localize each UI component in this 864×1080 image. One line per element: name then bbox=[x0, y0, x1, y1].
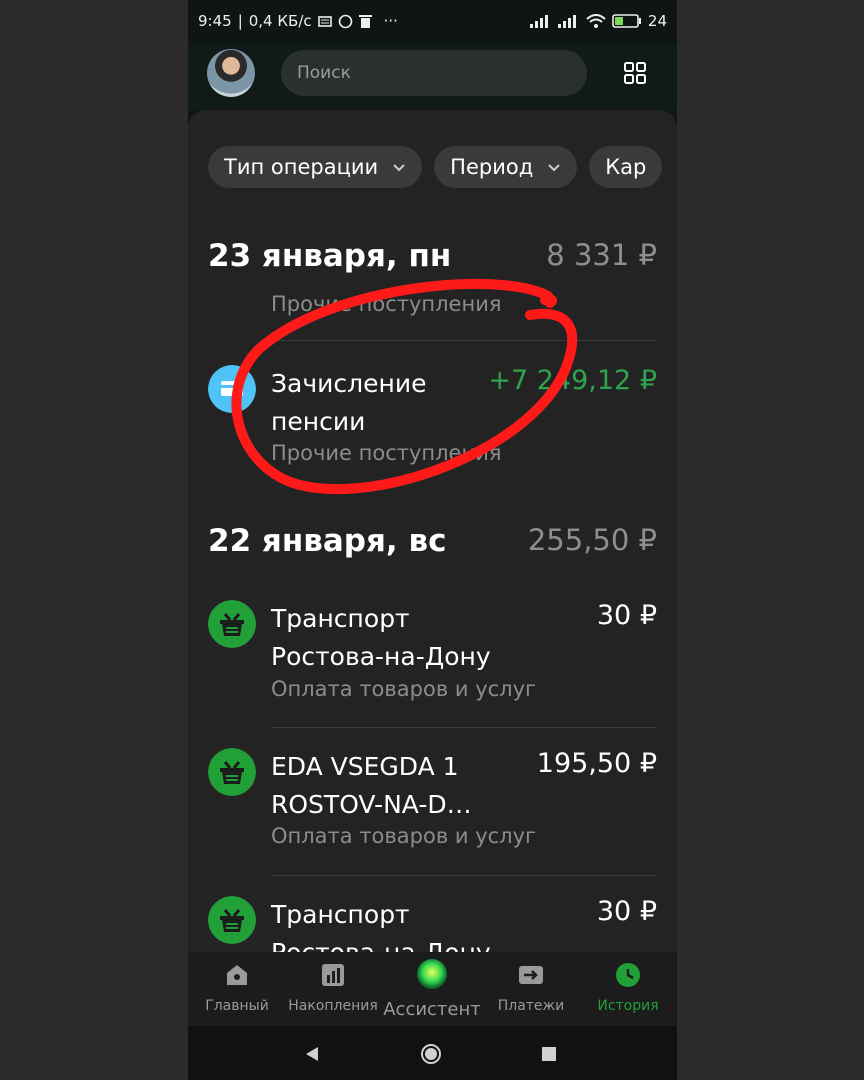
day-sum: 255,50 ₽ bbox=[527, 523, 657, 557]
system-nav-bar bbox=[188, 1026, 677, 1080]
transaction-amount: 30 ₽ bbox=[596, 896, 657, 927]
avatar[interactable] bbox=[207, 49, 255, 97]
transaction-category: Прочие поступления bbox=[271, 292, 502, 316]
bottom-nav: Главный Накопления Ассистент Платежи Ист… bbox=[188, 952, 677, 1026]
basket-icon bbox=[208, 896, 256, 944]
signal-icon bbox=[529, 15, 548, 28]
nav-label: Ассистент bbox=[383, 999, 481, 1020]
day-sum: 8 331 ₽ bbox=[546, 238, 657, 272]
filter-period[interactable]: Период bbox=[434, 146, 578, 188]
filter-operation-type[interactable]: Тип операции bbox=[208, 146, 423, 188]
transaction-name: Транспорт Ростова-на-Дону bbox=[271, 900, 491, 952]
clock-icon bbox=[616, 963, 640, 987]
recents-icon[interactable] bbox=[542, 1047, 556, 1061]
filter-label: Период bbox=[450, 155, 534, 179]
day-title: 22 января, вс bbox=[208, 523, 447, 559]
transaction-row[interactable]: Зачисление пенсии +7 249,12 ₽ Прочие пос… bbox=[208, 365, 657, 475]
nav-history[interactable]: История bbox=[579, 962, 677, 1014]
nav-label: История bbox=[597, 998, 659, 1014]
nav-label: Накопления bbox=[288, 998, 378, 1014]
filter-card[interactable]: Кар bbox=[589, 146, 663, 188]
filter-chips: Тип операции Период Кар bbox=[208, 146, 663, 188]
transaction-name: Зачисление пенсии bbox=[271, 369, 427, 436]
transaction-row[interactable]: EDA VSEGDA 1 ROSTOV-NA-D… 195,50 ₽ Оплат… bbox=[208, 748, 657, 858]
trash-icon bbox=[358, 14, 372, 28]
transaction-category: Прочие поступления bbox=[271, 441, 502, 465]
nav-label: Платежи bbox=[497, 998, 565, 1014]
transaction-amount: 195,50 ₽ bbox=[536, 748, 657, 779]
transaction-amount: +7 249,12 ₽ bbox=[488, 365, 657, 396]
transfer-icon bbox=[519, 966, 543, 984]
filter-label: Тип операции bbox=[224, 155, 379, 179]
transaction-name: EDA VSEGDA 1 ROSTOV-NA-D… bbox=[271, 752, 472, 819]
divider bbox=[271, 875, 657, 876]
chevron-down-icon bbox=[393, 164, 405, 172]
home-icon bbox=[227, 965, 247, 985]
chevron-down-icon bbox=[548, 164, 560, 172]
transaction-amount: 30 ₽ bbox=[596, 600, 657, 631]
basket-icon bbox=[208, 748, 256, 796]
home-button-icon[interactable] bbox=[420, 1043, 442, 1065]
message-icon bbox=[317, 15, 332, 27]
transaction-category: Оплата товаров и услуг bbox=[271, 677, 537, 701]
nav-home[interactable]: Главный bbox=[188, 962, 286, 1014]
battery-level: 24 bbox=[647, 12, 667, 30]
day-title: 23 января, пн bbox=[208, 238, 452, 274]
phone-screen: 9:45 | 0,4 КБ/с ··· 24 Поиск Тип операци… bbox=[188, 0, 677, 1080]
nav-payments[interactable]: Платежи bbox=[482, 962, 580, 1014]
day-header: 23 января, пн 8 331 ₽ bbox=[208, 238, 657, 278]
transaction-row[interactable]: Транспорт Ростова-на-Дону 30 ₽ bbox=[208, 896, 657, 952]
status-time: 9:45 bbox=[198, 12, 232, 30]
day-header: 22 января, вс 255,50 ₽ bbox=[208, 523, 657, 563]
card-icon bbox=[208, 365, 256, 413]
divider bbox=[271, 727, 657, 728]
whatsapp-icon bbox=[338, 14, 352, 28]
nav-assistant[interactable]: Ассистент bbox=[383, 958, 481, 1020]
search-input[interactable]: Поиск bbox=[281, 50, 587, 96]
transaction-category: Оплата товаров и услуг bbox=[271, 824, 537, 848]
battery-icon bbox=[612, 14, 641, 28]
history-list[interactable]: Тип операции Период Кар 23 января, пн 8 … bbox=[188, 110, 677, 952]
grid-menu-icon[interactable] bbox=[624, 62, 646, 84]
chart-icon bbox=[322, 964, 344, 986]
nav-savings[interactable]: Накопления bbox=[284, 962, 382, 1014]
wifi-icon bbox=[586, 14, 606, 28]
nav-label: Главный bbox=[205, 998, 269, 1014]
status-bar: 9:45 | 0,4 КБ/с ··· 24 bbox=[198, 12, 667, 30]
assistant-orb-icon bbox=[417, 959, 447, 989]
more-notifications-icon: ··· bbox=[383, 12, 398, 30]
filter-label: Кар bbox=[605, 155, 647, 179]
divider bbox=[271, 340, 657, 341]
signal-icon-2 bbox=[557, 15, 576, 28]
top-bar: Поиск bbox=[188, 44, 677, 110]
transaction-name: Транспорт Ростова-на-Дону bbox=[271, 604, 491, 671]
back-icon[interactable] bbox=[304, 1046, 320, 1062]
network-speed: 0,4 КБ/с bbox=[248, 12, 312, 30]
basket-icon bbox=[208, 600, 256, 648]
transaction-row[interactable]: Транспорт Ростова-на-Дону 30 ₽ Оплата то… bbox=[208, 600, 657, 710]
